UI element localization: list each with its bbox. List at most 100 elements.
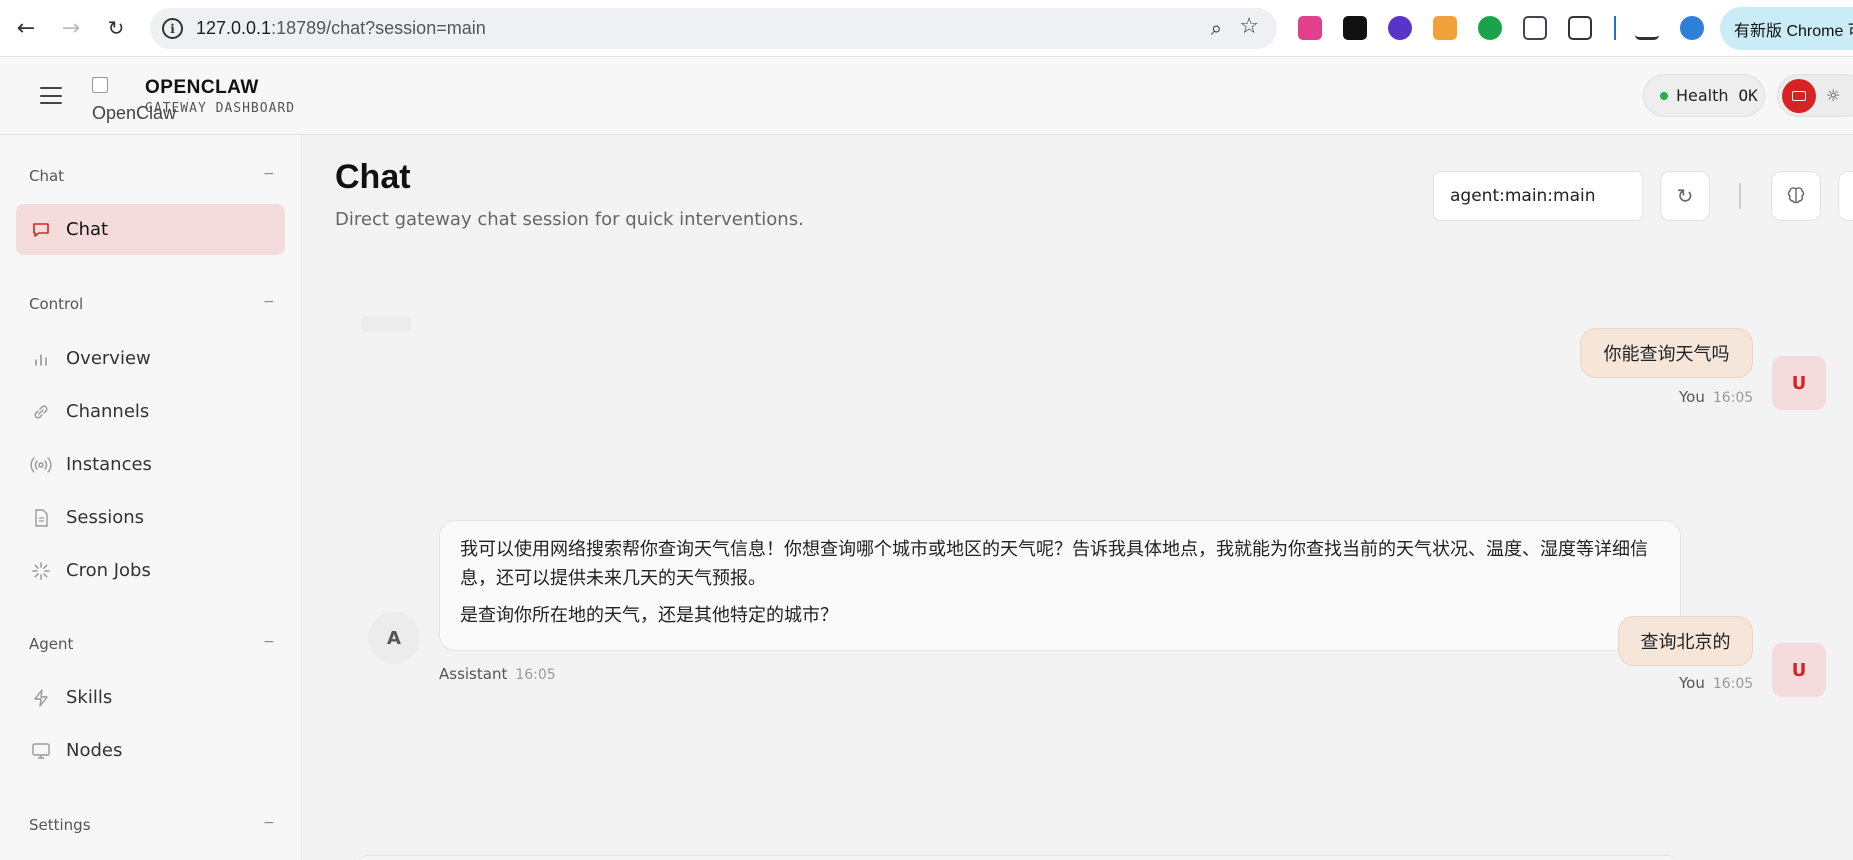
theme-toggle: ☼ (1777, 74, 1853, 117)
zoom-icon[interactable]: ⌕ (1211, 16, 1222, 40)
sidebar-item-nodes[interactable]: Nodes (16, 725, 285, 776)
user-message-bubble: 你能查询天气吗 (1580, 328, 1753, 378)
message-time: 16:05 (1712, 390, 1754, 406)
session-select[interactable]: agent:main:main (1433, 171, 1643, 221)
extension-icon[interactable] (1523, 16, 1547, 40)
sidebar-item-label: Skills (66, 687, 113, 708)
media-controls-icon[interactable] (1635, 16, 1659, 40)
site-info-icon[interactable]: i (162, 18, 183, 39)
sidebar-item-label: Overview (66, 348, 151, 369)
extensions-puzzle-icon[interactable] (1568, 16, 1592, 40)
back-icon[interactable]: ← (11, 13, 41, 43)
message-meta: You 16:05 (1679, 388, 1753, 406)
monitor-icon (1792, 91, 1806, 101)
sidebar-item-label: Instances (66, 454, 152, 475)
sidebar-item-label: Channels (66, 401, 150, 422)
extension-icon[interactable] (1433, 16, 1457, 40)
thinking-toggle-button[interactable] (1771, 171, 1821, 221)
url-host: 127.0.0.1 (196, 18, 272, 38)
sidebar-item-skills[interactable]: Skills (16, 672, 285, 723)
message-time: 16:05 (515, 667, 556, 683)
user-message-bubble: 查询北京的 (1618, 616, 1753, 666)
page-title: Chat (335, 158, 411, 196)
loader-icon (30, 560, 52, 582)
toolbar-divider (1614, 16, 1616, 40)
sidebar-item-overview[interactable]: Overview (16, 333, 285, 384)
user-avatar: U (1772, 356, 1826, 410)
url-rest: :18789/chat?session=main (271, 18, 486, 38)
forward-icon[interactable]: → (56, 13, 86, 43)
page-subtitle: Direct gateway chat session for quick in… (335, 209, 804, 230)
bar-chart-icon (30, 348, 52, 370)
focus-mode-button[interactable] (1838, 171, 1853, 221)
reload-icon[interactable]: ↻ (101, 13, 131, 43)
translate-extension-icon[interactable] (1298, 16, 1322, 40)
brand-title: OPENCLAW (145, 77, 259, 98)
sidebar-item-channels[interactable]: Channels (16, 386, 285, 437)
broken-image-icon (92, 77, 108, 93)
sidebar-item-label: Chat (66, 219, 109, 240)
sidebar-item-chat[interactable]: Chat (16, 204, 285, 255)
app-header: OpenClaw OPENCLAW GATEWAY DASHBOARD Heal… (0, 57, 1853, 135)
sidebar-item-label: Cron Jobs (66, 560, 151, 581)
sidebar-item-label: Sessions (66, 507, 145, 528)
message-sender: You (1679, 674, 1705, 692)
radio-icon (30, 454, 52, 476)
chrome-update-button[interactable]: 有新版 Chrome 可用 (1720, 7, 1853, 50)
address-bar[interactable]: i 127.0.0.1:18789/chat?session=main ⌕ ☆ (150, 8, 1277, 49)
collapse-icon[interactable]: − (263, 815, 275, 831)
refresh-button[interactable]: ↻ (1660, 171, 1710, 221)
profile-avatar-icon[interactable] (1680, 16, 1704, 40)
sidebar-item-sessions[interactable]: Sessions (16, 492, 285, 543)
collapse-icon[interactable]: − (263, 294, 275, 310)
file-text-icon (30, 507, 52, 529)
browser-toolbar: ← → ↻ i 127.0.0.1:18789/chat?session=mai… (0, 0, 1853, 57)
loading-placeholder (361, 317, 411, 331)
message-sender: You (1679, 388, 1705, 406)
evernote-extension-icon[interactable] (1478, 16, 1502, 40)
message-meta: You 16:05 (1679, 674, 1753, 692)
message-text: 查询北京的 (1640, 632, 1731, 653)
monitor-icon (30, 740, 52, 762)
message-sender: Assistant (439, 665, 508, 683)
refresh-icon: ↻ (1676, 184, 1694, 208)
health-status-badge: Health OK (1643, 74, 1765, 117)
sidebar-item-label: Nodes (66, 740, 123, 761)
color-extension-icon[interactable] (1388, 16, 1412, 40)
collapse-icon[interactable]: − (263, 634, 275, 650)
collapse-icon[interactable]: − (263, 166, 275, 182)
message-time: 16:05 (1712, 676, 1754, 692)
main-content: Chat Direct gateway chat session for qui… (303, 135, 1853, 860)
link-icon (30, 401, 52, 423)
brand-subtitle: GATEWAY DASHBOARD (145, 101, 296, 116)
sun-icon[interactable]: ☼ (1826, 86, 1840, 105)
toolbar-divider (1739, 183, 1741, 209)
health-status: OK (1738, 86, 1758, 105)
message-text: 你能查询天气吗 (1603, 344, 1730, 365)
composer-input[interactable] (358, 855, 1678, 860)
message-paragraph: 我可以使用网络搜索帮你查询天气信息！你想查询哪个城市或地区的天气呢？告诉我具体地… (460, 539, 1648, 589)
sidebar-section-settings[interactable]: Settings (29, 816, 91, 834)
brain-icon (1787, 187, 1805, 204)
url-text[interactable]: 127.0.0.1:18789/chat?session=main (196, 18, 486, 39)
assistant-message-bubble: 我可以使用网络搜索帮你查询天气信息！你想查询哪个城市或地区的天气呢？告诉我具体地… (439, 520, 1681, 651)
sidebar-section-chat[interactable]: Chat (29, 167, 64, 185)
sidebar: Chat − Chat Control − Overview Channels … (0, 135, 302, 860)
message-meta: Assistant 16:05 (439, 665, 556, 683)
bookmark-star-icon[interactable]: ☆ (1239, 14, 1259, 39)
message-square-icon (30, 219, 52, 241)
health-dot-icon (1660, 91, 1668, 100)
health-label: Health (1676, 86, 1729, 105)
user-avatar: U (1772, 643, 1826, 697)
assistant-avatar: A (368, 612, 420, 664)
menu-icon[interactable] (40, 87, 62, 104)
extension-icon[interactable] (1343, 16, 1367, 40)
message-paragraph: 是查询你所在地的天气，还是其他特定的城市？ (460, 605, 838, 626)
sidebar-item-cron-jobs[interactable]: Cron Jobs (16, 545, 285, 596)
theme-system-button[interactable] (1782, 79, 1816, 113)
logo: OpenClaw (92, 77, 176, 122)
sidebar-item-instances[interactable]: Instances (16, 439, 285, 490)
sidebar-section-agent[interactable]: Agent (29, 635, 73, 653)
sidebar-section-control[interactable]: Control (29, 295, 83, 313)
zap-icon (30, 687, 52, 709)
